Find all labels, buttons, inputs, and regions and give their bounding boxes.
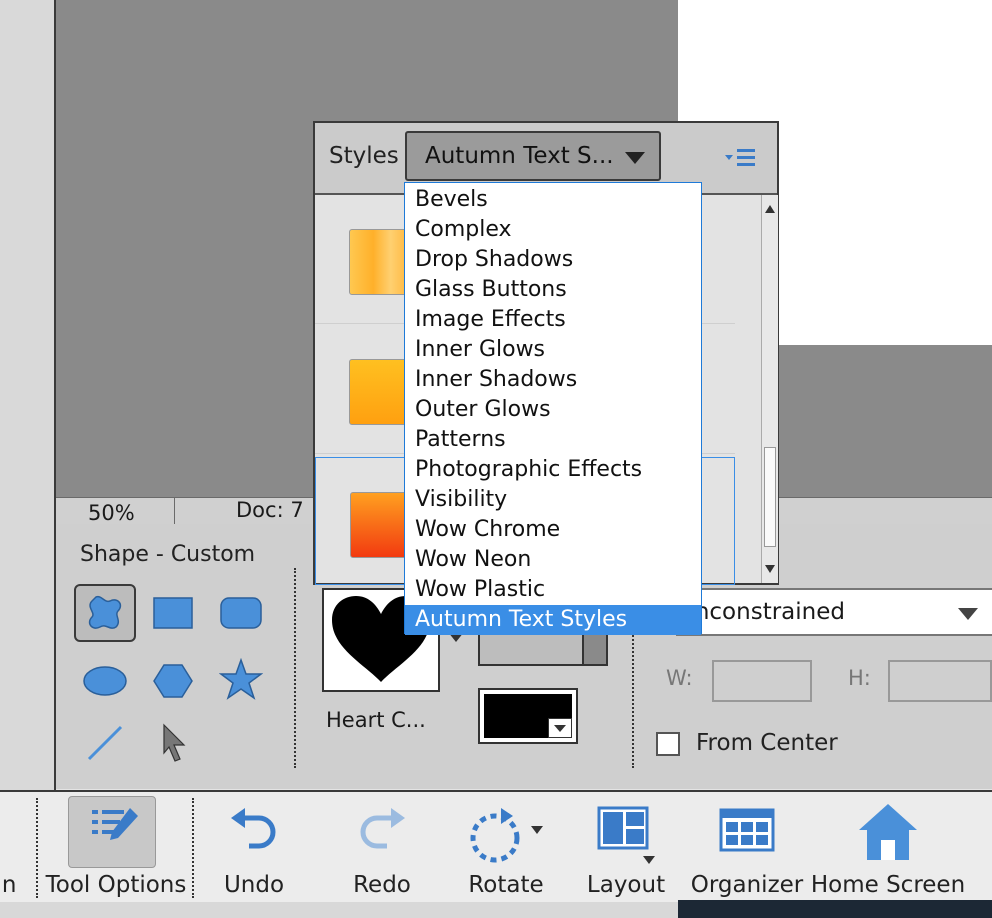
height-field[interactable] [888, 660, 992, 702]
chevron-down-icon [625, 152, 645, 164]
redo-button[interactable]: Redo [332, 792, 432, 904]
width-label: W: [666, 666, 693, 690]
layout-button[interactable]: Layout [576, 792, 676, 904]
redo-label: Redo [353, 872, 411, 898]
organizer-button[interactable]: Organizer [690, 792, 804, 904]
style-thumbnail [350, 492, 410, 558]
ellipse-tool[interactable] [74, 652, 136, 710]
width-field[interactable] [712, 660, 812, 702]
tool-options-icon [92, 808, 138, 840]
taskbar-label: in [0, 872, 17, 898]
from-center-checkbox[interactable] [656, 732, 680, 756]
doc-info: Doc: 7 [236, 498, 304, 522]
polygon-tool[interactable] [142, 652, 204, 710]
chevron-down-icon [958, 608, 978, 620]
dropdown-option[interactable]: Wow Plastic [405, 575, 701, 605]
home-screen-button[interactable]: Home Screen [810, 792, 966, 904]
dropdown-option[interactable]: Inner Glows [405, 335, 701, 365]
rounded-rectangle-icon [220, 597, 262, 629]
redo-icon [360, 808, 405, 849]
style-library-select[interactable]: Autumn Text S... [405, 131, 661, 181]
status-divider [174, 498, 175, 524]
undo-button[interactable]: Undo [204, 792, 304, 904]
custom-shape-icon [88, 595, 122, 629]
task-bar: in Tool Options Undo Redo Rotate [0, 790, 992, 904]
rotate-icon [470, 808, 543, 863]
undo-icon [231, 808, 276, 849]
styles-panel-title: Styles [329, 143, 399, 169]
geometry-options-select[interactable]: Unconstrained [676, 588, 992, 636]
rotate-label: Rotate [468, 872, 544, 898]
tool-options-title: Shape - Custom [80, 542, 256, 567]
home-screen-label: Home Screen [810, 872, 966, 898]
dropdown-option[interactable]: Image Effects [405, 305, 701, 335]
style-dropdown-icon[interactable] [548, 718, 572, 738]
style-thumbnail [349, 229, 409, 295]
divider [294, 568, 296, 768]
rectangle-icon [153, 597, 193, 629]
shape-style-picker[interactable] [478, 688, 578, 744]
shape-name: Heart C... [326, 708, 426, 732]
dropdown-option[interactable]: Glass Buttons [405, 275, 701, 305]
polygon-icon [153, 664, 193, 698]
left-panel-edge [0, 0, 56, 790]
style-library-value: Autumn Text S... [425, 143, 614, 169]
style-thumbnail [349, 359, 409, 425]
geometry-options-value: Unconstrained [678, 599, 845, 625]
dropdown-option[interactable]: Bevels [405, 185, 701, 215]
height-label: H: [848, 666, 871, 690]
undo-label: Undo [223, 872, 285, 898]
dropdown-option[interactable]: Drop Shadows [405, 245, 701, 275]
dropdown-option[interactable]: Visibility [405, 485, 701, 515]
dropdown-option-highlighted[interactable]: Autumn Text Styles [405, 605, 701, 635]
zoom-level[interactable]: 50% [88, 501, 135, 525]
dropdown-option[interactable]: Wow Chrome [405, 515, 701, 545]
divider [36, 798, 38, 898]
tool-options-label: Tool Options [45, 872, 187, 898]
shape-selection-tool[interactable] [142, 714, 204, 772]
dropdown-option[interactable]: Inner Shadows [405, 365, 701, 395]
divider [192, 798, 194, 898]
arrow-pointer-icon [163, 723, 186, 762]
scroll-down-icon[interactable] [765, 565, 775, 573]
panel-menu-icon[interactable] [723, 147, 757, 171]
rounded-rectangle-tool[interactable] [210, 584, 272, 642]
dropdown-option[interactable]: Outer Glows [405, 395, 701, 425]
rotate-button[interactable]: Rotate [450, 792, 562, 904]
ellipse-icon [83, 666, 127, 696]
star-tool[interactable] [210, 650, 272, 708]
layout-icon [597, 806, 655, 864]
background-edge [678, 900, 992, 918]
line-tool[interactable] [74, 714, 136, 772]
tool-options-button[interactable]: Tool Options [42, 792, 190, 904]
custom-shape-tool[interactable] [74, 584, 136, 642]
divider [632, 620, 634, 768]
taskbar-item-partial[interactable]: in [0, 792, 26, 904]
from-center-label: From Center [696, 730, 838, 756]
scroll-up-icon[interactable] [765, 205, 775, 213]
dropdown-option[interactable]: Wow Neon [405, 545, 701, 575]
organizer-label: Organizer [690, 872, 804, 898]
layout-label: Layout [586, 872, 666, 898]
line-icon [87, 725, 123, 761]
dropdown-option[interactable]: Complex [405, 215, 701, 245]
dropdown-option[interactable]: Patterns [405, 425, 701, 455]
styles-scrollbar[interactable] [761, 195, 778, 583]
dropdown-option[interactable]: Photographic Effects [405, 455, 701, 485]
scroll-thumb[interactable] [764, 447, 776, 547]
rectangle-tool[interactable] [142, 584, 204, 642]
star-icon [219, 658, 263, 700]
style-library-dropdown: Bevels Complex Drop Shadows Glass Button… [404, 182, 702, 635]
organizer-icon [719, 808, 775, 852]
home-icon [859, 804, 917, 860]
